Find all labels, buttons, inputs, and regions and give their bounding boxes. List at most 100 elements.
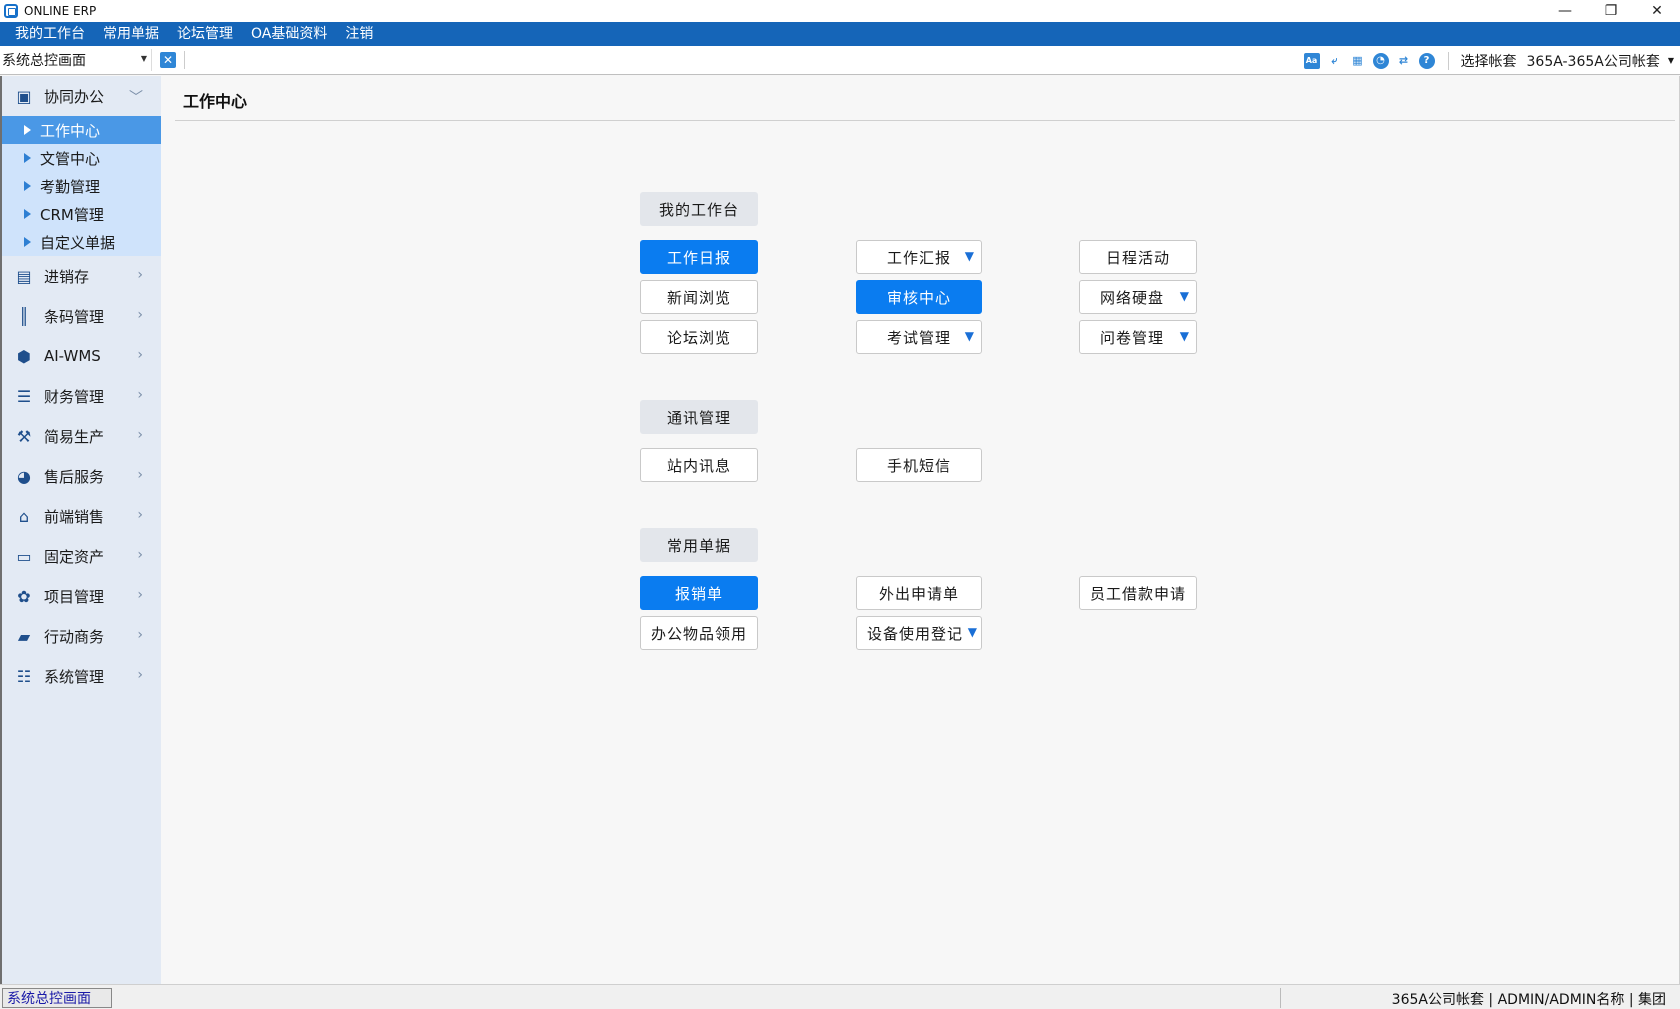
menu-forum-management[interactable]: 论坛管理 — [168, 22, 242, 46]
forum-browse-button[interactable]: 论坛浏览 — [640, 320, 758, 354]
font-size-icon[interactable]: Aa — [1303, 52, 1320, 69]
title-divider — [175, 120, 1675, 121]
calendar-icon[interactable]: ▦ — [1350, 53, 1366, 69]
sidebar-group-label: 进销存 — [44, 267, 90, 286]
sms-button[interactable]: 手机短信 — [856, 448, 982, 482]
dropdown-arrow-icon[interactable]: ▼ — [1180, 289, 1190, 303]
menu-common-forms[interactable]: 常用单据 — [94, 22, 168, 46]
sidebar-group-finance[interactable]: ☰ 财务管理 › — [2, 376, 161, 416]
sidebar-group-aftersales[interactable]: ◕ 售后服务 › — [2, 456, 161, 496]
store-icon: ⌂ — [18, 506, 30, 526]
caret-down-icon[interactable]: ▼ — [1668, 56, 1674, 65]
sidebar-submenu: 工作中心 文管中心 考勤管理 CRM管理 自定义单据 — [2, 116, 161, 256]
refresh-icon[interactable]: ⇄ — [1396, 53, 1412, 69]
close-tab-icon[interactable]: ✕ — [160, 52, 176, 68]
sidebar-group-inventory[interactable]: ▤ 进销存 › — [2, 256, 161, 296]
collab-icon: ▣ — [16, 86, 32, 106]
expense-form-button[interactable]: 报销单 — [640, 576, 758, 610]
sidebar-group-project[interactable]: ✿ 项目管理 › — [2, 576, 161, 616]
survey-management-button[interactable]: 问卷管理 ▼ — [1079, 320, 1197, 354]
sidebar-item-work-center[interactable]: 工作中心 — [2, 116, 161, 144]
account-select[interactable]: 365A-365A公司帐套 — [1527, 51, 1660, 71]
minimize-button[interactable]: — — [1542, 0, 1588, 22]
chevron-right-icon: › — [137, 627, 143, 643]
sidebar-group-system[interactable]: ☷ 系统管理 › — [2, 656, 161, 696]
news-browse-button[interactable]: 新闻浏览 — [640, 280, 758, 314]
dropdown-arrow-icon[interactable]: ▼ — [968, 625, 978, 639]
button-label: 工作汇报 — [886, 248, 951, 267]
network-drive-button[interactable]: 网络硬盘 ▼ — [1079, 280, 1197, 314]
menu-bar: 我的工作台 常用单据 论坛管理 OA基础资料 注销 — [0, 22, 1680, 46]
chevron-right-icon: › — [137, 267, 143, 283]
menu-oa-basic-data[interactable]: OA基础资料 — [242, 22, 336, 46]
dropdown-arrow-icon[interactable]: ▼ — [1180, 329, 1190, 343]
outing-request-button[interactable]: 外出申请单 — [856, 576, 982, 610]
dropdown-arrow-icon[interactable]: ▼ — [965, 249, 975, 263]
sidebar-group-production[interactable]: ⚒ 简易生产 › — [2, 416, 161, 456]
chevron-down-icon: ﹀ — [129, 90, 143, 106]
window-controls: — ❐ ✕ — [1542, 0, 1680, 22]
briefcase-icon: ▰ — [17, 626, 31, 646]
account-label: 选择帐套 — [1460, 53, 1517, 70]
chevron-right-icon: › — [137, 427, 143, 443]
project-icon: ✿ — [17, 586, 31, 606]
caret-down-icon: ▼ — [140, 54, 147, 63]
sidebar-group-ai-wms[interactable]: ⬢ AI-WMS › — [2, 336, 161, 376]
sidebar-group-label: 固定资产 — [44, 547, 105, 566]
page-select[interactable]: 系统总控画面 ▼ — [2, 49, 152, 71]
sidebar-group-barcode[interactable]: ║ 条码管理 › — [2, 296, 161, 336]
sidebar-item-attendance[interactable]: 考勤管理 — [2, 172, 161, 200]
work-daily-button[interactable]: 工作日报 — [640, 240, 758, 274]
wms-icon: ⬢ — [17, 346, 31, 366]
employee-loan-button[interactable]: 员工借款申请 — [1079, 576, 1197, 610]
toolbar-right: Aa ⤶ ▦ ◔ ⇄ ? 选择帐套 365A-365A公司帐套 ▼ — [1303, 46, 1680, 75]
chevron-right-icon: › — [137, 547, 143, 563]
sidebar-item-document-center[interactable]: 文管中心 — [2, 144, 161, 172]
review-center-button[interactable]: 审核中心 — [856, 280, 982, 314]
dashboard-icon[interactable]: ◔ — [1372, 52, 1389, 69]
work-report-button[interactable]: 工作汇报 ▼ — [856, 240, 982, 274]
status-bar: 系统总控画面 365A公司帐套 | ADMIN/ADMIN名称 | 集团 — [0, 984, 1680, 1009]
dropdown-arrow-icon[interactable]: ▼ — [965, 329, 975, 343]
status-divider — [1280, 988, 1281, 1008]
sidebar: ▣ 协同办公 ﹀ 工作中心 文管中心 考勤管理 CRM管理 自定义单据 ▤ 进销… — [0, 76, 161, 984]
sidebar-group-fixed-assets[interactable]: ▭ 固定资产 › — [2, 536, 161, 576]
section-header-comms: 通讯管理 — [640, 400, 758, 434]
triangle-right-icon — [24, 181, 31, 191]
page-select-value: 系统总控画面 — [2, 53, 86, 69]
exam-management-button[interactable]: 考试管理 ▼ — [856, 320, 982, 354]
menu-my-workbench[interactable]: 我的工作台 — [6, 22, 94, 46]
office-supplies-button[interactable]: 办公物品领用 — [640, 616, 758, 650]
internal-messages-button[interactable]: 站内讯息 — [640, 448, 758, 482]
toolbar-divider — [184, 51, 185, 69]
menu-logout[interactable]: 注销 — [336, 22, 382, 46]
sidebar-group-mobile-business[interactable]: ▰ 行动商务 › — [2, 616, 161, 656]
sidebar-group-store-sales[interactable]: ⌂ 前端销售 › — [2, 496, 161, 536]
sidebar-group-label: 条码管理 — [44, 307, 105, 326]
help-icon[interactable]: ? — [1418, 52, 1435, 69]
sidebar-group-label: AI-WMS — [44, 347, 101, 365]
toolbar-divider — [1447, 51, 1449, 70]
chevron-right-icon: › — [137, 307, 143, 323]
close-window-button[interactable]: ✕ — [1634, 0, 1680, 22]
triangle-right-icon — [24, 153, 31, 163]
sidebar-item-crm[interactable]: CRM管理 — [2, 200, 161, 228]
sidebar-group-label: 前端销售 — [44, 507, 105, 526]
schedule-button[interactable]: 日程活动 — [1079, 240, 1197, 274]
restore-button[interactable]: ❐ — [1588, 0, 1634, 22]
sidebar-item-custom-forms[interactable]: 自定义单据 — [2, 228, 161, 256]
toolbar: 系统总控画面 ▼ ✕ Aa ⤶ ▦ ◔ ⇄ ? 选择帐套 365A-365A公司… — [0, 46, 1680, 75]
button-label: 网络硬盘 — [1099, 288, 1164, 307]
chevron-right-icon: › — [137, 387, 143, 403]
sidebar-group-label: 系统管理 — [44, 667, 105, 686]
sidebar-group-label: 简易生产 — [44, 427, 105, 446]
sidebar-group-label: 财务管理 — [44, 387, 105, 406]
equipment-usage-button[interactable]: 设备使用登记 ▼ — [856, 616, 982, 650]
sidebar-group-collaboration[interactable]: ▣ 协同办公 ﹀ — [2, 76, 161, 116]
sidebar-group-label: 售后服务 — [44, 467, 105, 486]
section-header-workbench: 我的工作台 — [640, 192, 758, 226]
reply-icon[interactable]: ⤶ — [1327, 53, 1343, 69]
sidebar-item-label: 工作中心 — [40, 121, 101, 140]
status-current-page: 系统总控画面 — [2, 988, 112, 1008]
sidebar-group-label: 项目管理 — [44, 587, 105, 606]
